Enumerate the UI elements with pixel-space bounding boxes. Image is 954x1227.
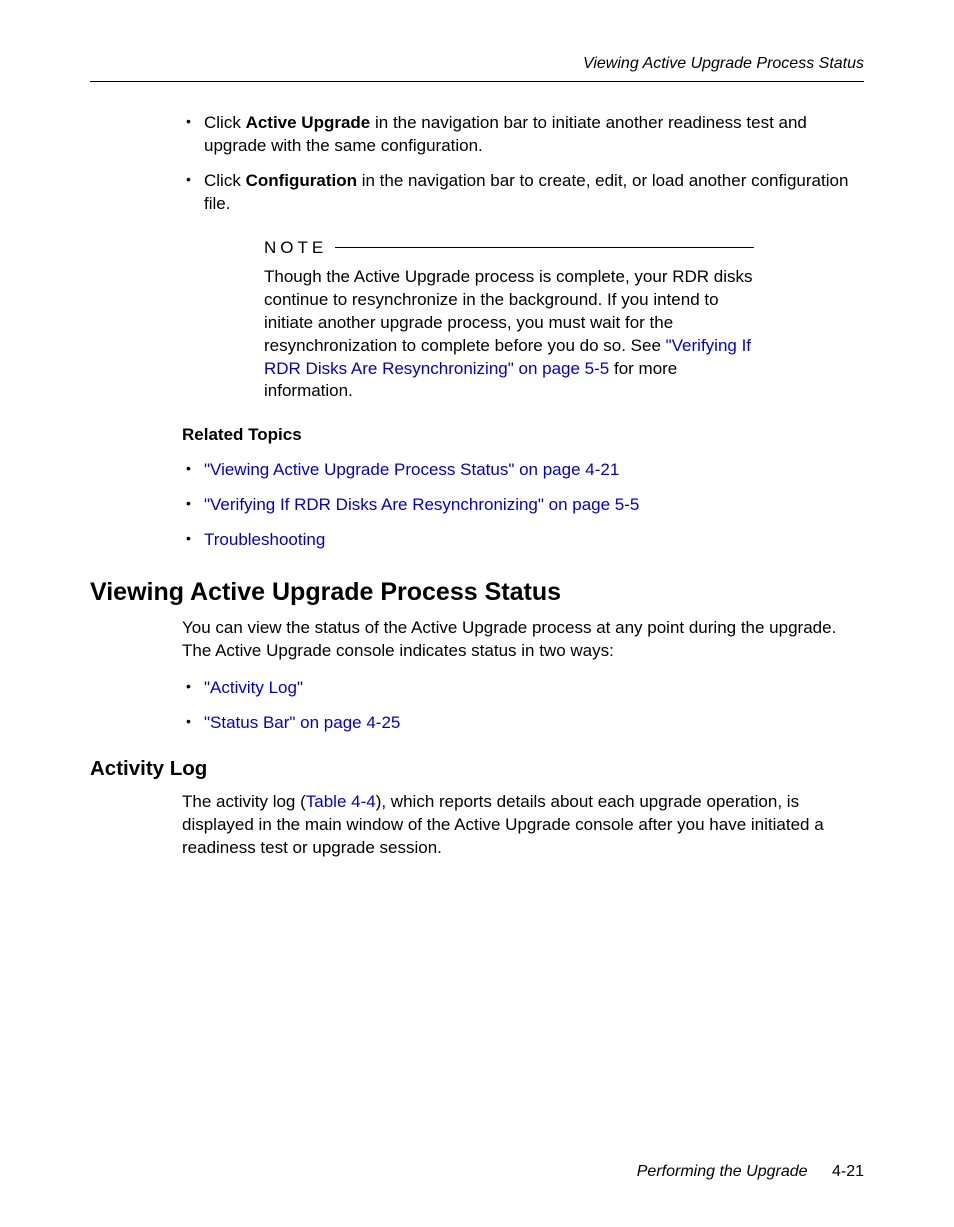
text-bold: Active Upgrade [246, 113, 371, 132]
page-footer: Performing the Upgrade 4-21 [637, 1163, 864, 1181]
cross-reference-link[interactable]: Table 4-4 [306, 792, 376, 811]
cross-reference-link[interactable]: "Status Bar" on page 4-25 [204, 713, 400, 732]
list-item: Click Active Upgrade in the navigation b… [204, 112, 864, 158]
subsection-content: The activity log (Table 4-4), which repo… [90, 791, 864, 860]
main-content: Click Active Upgrade in the navigation b… [90, 112, 864, 552]
related-topics-list: "Viewing Active Upgrade Process Status" … [182, 459, 864, 552]
list-item: "Verifying If RDR Disks Are Resynchroniz… [204, 494, 864, 517]
header-rule [90, 81, 864, 82]
list-item: "Status Bar" on page 4-25 [204, 712, 864, 735]
section-heading: Viewing Active Upgrade Process Status [90, 578, 864, 607]
cross-reference-link[interactable]: "Verifying If RDR Disks Are Resynchroniz… [204, 495, 639, 514]
page-body: Viewing Active Upgrade Process Status Cl… [0, 0, 954, 860]
related-topics-heading: Related Topics [182, 425, 864, 445]
cross-reference-link[interactable]: "Activity Log" [204, 678, 303, 697]
cross-reference-link[interactable]: "Viewing Active Upgrade Process Status" … [204, 460, 619, 479]
list-item: "Activity Log" [204, 677, 864, 700]
section-content: You can view the status of the Active Up… [90, 617, 864, 735]
note-block: NOTE Though the Active Upgrade process i… [264, 238, 754, 404]
note-label: NOTE [264, 238, 335, 258]
text-bold: Configuration [246, 171, 357, 190]
top-bullet-list: Click Active Upgrade in the navigation b… [182, 112, 864, 216]
list-item: Troubleshooting [204, 529, 864, 552]
cross-reference-link[interactable]: Troubleshooting [204, 530, 325, 549]
note-title-row: NOTE [264, 238, 754, 258]
note-rule [335, 247, 754, 248]
text: The activity log ( [182, 792, 306, 811]
footer-chapter: Performing the Upgrade [637, 1163, 808, 1180]
text: Click [204, 113, 246, 132]
running-header: Viewing Active Upgrade Process Status [90, 55, 864, 73]
footer-page-number: 4-21 [832, 1163, 864, 1180]
subsection-heading: Activity Log [90, 757, 864, 781]
subsection-body: The activity log (Table 4-4), which repo… [182, 791, 864, 860]
list-item: "Viewing Active Upgrade Process Status" … [204, 459, 864, 482]
section-intro: You can view the status of the Active Up… [182, 617, 864, 663]
note-body: Though the Active Upgrade process is com… [264, 266, 754, 404]
text: Click [204, 171, 246, 190]
section-bullet-list: "Activity Log" "Status Bar" on page 4-25 [182, 677, 864, 735]
list-item: Click Configuration in the navigation ba… [204, 170, 864, 216]
